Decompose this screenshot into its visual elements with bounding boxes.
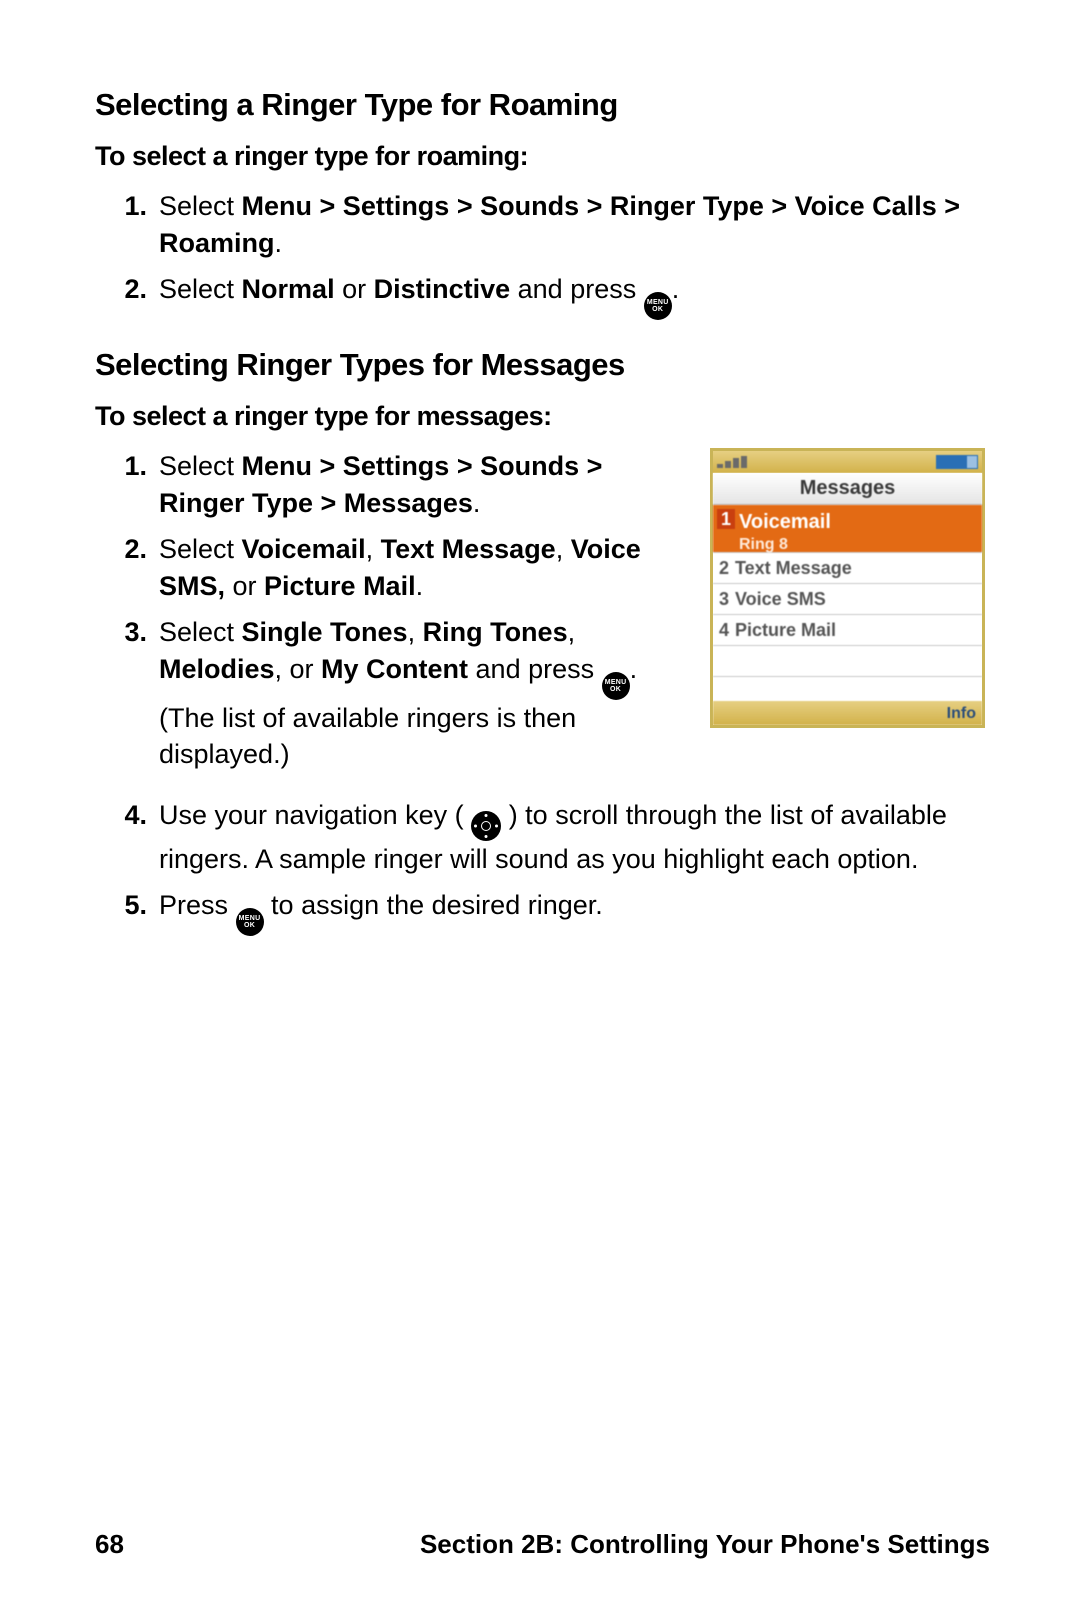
text: Select bbox=[159, 451, 242, 481]
signal-icon bbox=[717, 456, 767, 468]
option-single-tones: Single Tones bbox=[242, 617, 408, 647]
text: and press bbox=[510, 274, 644, 304]
step-4: 4. Use your navigation key ( ) to scroll… bbox=[95, 797, 990, 877]
phone-screenshot: Messages 1 Voicemail Ring 8 2 Text Messa… bbox=[710, 448, 985, 728]
step-body: Select Normal or Distinctive and press M… bbox=[159, 271, 990, 320]
menu-ok-icon: MENU OK bbox=[236, 908, 264, 936]
phone-screen-title: Messages bbox=[713, 473, 982, 505]
list-index: 4 bbox=[713, 618, 735, 642]
text: , bbox=[408, 617, 423, 647]
text: , bbox=[366, 534, 381, 564]
step-body: Use your navigation key ( ) to scroll th… bbox=[159, 797, 990, 877]
phone-softkey-bar: Info bbox=[713, 701, 982, 725]
list-index: 2 bbox=[713, 556, 735, 580]
list-label: Picture Mail bbox=[735, 618, 836, 642]
steps-roaming: 1. Select Menu > Settings > Sounds > Rin… bbox=[95, 188, 990, 320]
two-column-layout: 1. Select Menu > Settings > Sounds > Rin… bbox=[95, 448, 990, 796]
step-2: 2. Select Voicemail, Text Message, Voice… bbox=[95, 531, 690, 604]
step-body: Select Single Tones, Ring Tones, Melodie… bbox=[159, 614, 690, 772]
text: Select bbox=[159, 617, 242, 647]
text: , bbox=[568, 617, 576, 647]
list-label: Voicemail bbox=[739, 509, 831, 536]
text: . bbox=[672, 274, 680, 304]
text: Select bbox=[159, 274, 242, 304]
right-column: Messages 1 Voicemail Ring 8 2 Text Messa… bbox=[710, 448, 990, 728]
step-number: 2. bbox=[95, 531, 159, 567]
text: to assign the desired ringer. bbox=[271, 890, 603, 920]
option-melodies: Melodies bbox=[159, 654, 275, 684]
step-body: Select Menu > Settings > Sounds > Ringer… bbox=[159, 188, 990, 261]
option-my-content: My Content bbox=[321, 654, 468, 684]
step-1: 1. Select Menu > Settings > Sounds > Rin… bbox=[95, 188, 990, 261]
phone-list-item: 4 Picture Mail bbox=[713, 615, 982, 646]
heading-roaming: Selecting a Ringer Type for Roaming bbox=[95, 84, 990, 126]
step-number: 3. bbox=[95, 614, 159, 650]
text: Press bbox=[159, 890, 236, 920]
step-body: Press MENU OK to assign the desired ring… bbox=[159, 887, 990, 936]
text: , or bbox=[275, 654, 322, 684]
text: . bbox=[416, 571, 424, 601]
list-index: 3 bbox=[713, 587, 735, 611]
list-label: Text Message bbox=[735, 556, 852, 580]
steps-messages-bottom: 4. Use your navigation key ( ) to scroll… bbox=[95, 797, 990, 936]
step-number: 4. bbox=[95, 797, 159, 833]
text: or bbox=[335, 274, 374, 304]
step-1: 1. Select Menu > Settings > Sounds > Rin… bbox=[95, 448, 690, 521]
step-number: 5. bbox=[95, 887, 159, 923]
left-column: 1. Select Menu > Settings > Sounds > Rin… bbox=[95, 448, 690, 796]
step-body: Select Menu > Settings > Sounds > Ringer… bbox=[159, 448, 690, 521]
page-footer: 68 Section 2B: Controlling Your Phone's … bbox=[95, 1527, 990, 1562]
option-ring-tones: Ring Tones bbox=[423, 617, 568, 647]
icon-text-top: MENU bbox=[605, 679, 627, 686]
list-label: Voice SMS bbox=[735, 587, 826, 611]
icon-text-bot: OK bbox=[652, 306, 663, 313]
subhead-roaming: To select a ringer type for roaming: bbox=[95, 138, 990, 174]
step-body: Select Voicemail, Text Message, Voice SM… bbox=[159, 531, 690, 604]
option-text-message: Text Message bbox=[381, 534, 556, 564]
icon-text-top: MENU bbox=[239, 915, 261, 922]
page-number: 68 bbox=[95, 1527, 124, 1562]
list-index: 1 bbox=[717, 509, 735, 529]
heading-messages: Selecting Ringer Types for Messages bbox=[95, 344, 990, 386]
navigation-key-icon bbox=[471, 811, 501, 841]
phone-list-empty bbox=[713, 646, 982, 677]
phone-status-bar bbox=[713, 451, 982, 473]
text: and press bbox=[468, 654, 602, 684]
text: . bbox=[275, 228, 283, 258]
text: Select bbox=[159, 191, 242, 221]
softkey-right: Info bbox=[947, 703, 976, 725]
step-3: 3. Select Single Tones, Ring Tones, Melo… bbox=[95, 614, 690, 772]
subhead-messages: To select a ringer type for messages: bbox=[95, 398, 990, 434]
text: Select bbox=[159, 534, 242, 564]
option-normal: Normal bbox=[242, 274, 335, 304]
step-number: 1. bbox=[95, 448, 159, 484]
battery-icon bbox=[936, 455, 978, 469]
icon-text-bot: OK bbox=[610, 686, 621, 693]
menu-ok-icon: MENU OK bbox=[644, 292, 672, 320]
option-voicemail: Voicemail bbox=[242, 534, 366, 564]
text: . bbox=[473, 488, 481, 518]
text: Use your navigation key ( bbox=[159, 800, 464, 830]
phone-list-item: 3 Voice SMS bbox=[713, 584, 982, 615]
icon-text-bot: OK bbox=[244, 922, 255, 929]
text: or bbox=[225, 571, 264, 601]
phone-list-item: 2 Text Message bbox=[713, 553, 982, 584]
step-number: 2. bbox=[95, 271, 159, 307]
phone-list-item-selected: 1 Voicemail Ring 8 bbox=[713, 505, 982, 553]
steps-messages-top: 1. Select Menu > Settings > Sounds > Rin… bbox=[95, 448, 690, 772]
menu-ok-icon: MENU OK bbox=[602, 672, 630, 700]
manual-page: Selecting a Ringer Type for Roaming To s… bbox=[0, 0, 1080, 1620]
option-picture-mail: Picture Mail bbox=[264, 571, 416, 601]
option-distinctive: Distinctive bbox=[374, 274, 511, 304]
step-2: 2. Select Normal or Distinctive and pres… bbox=[95, 271, 990, 320]
icon-text-top: MENU bbox=[647, 299, 669, 306]
section-title: Section 2B: Controlling Your Phone's Set… bbox=[124, 1527, 990, 1562]
step-number: 1. bbox=[95, 188, 159, 224]
text: , bbox=[556, 534, 571, 564]
step-5: 5. Press MENU OK to assign the desired r… bbox=[95, 887, 990, 936]
